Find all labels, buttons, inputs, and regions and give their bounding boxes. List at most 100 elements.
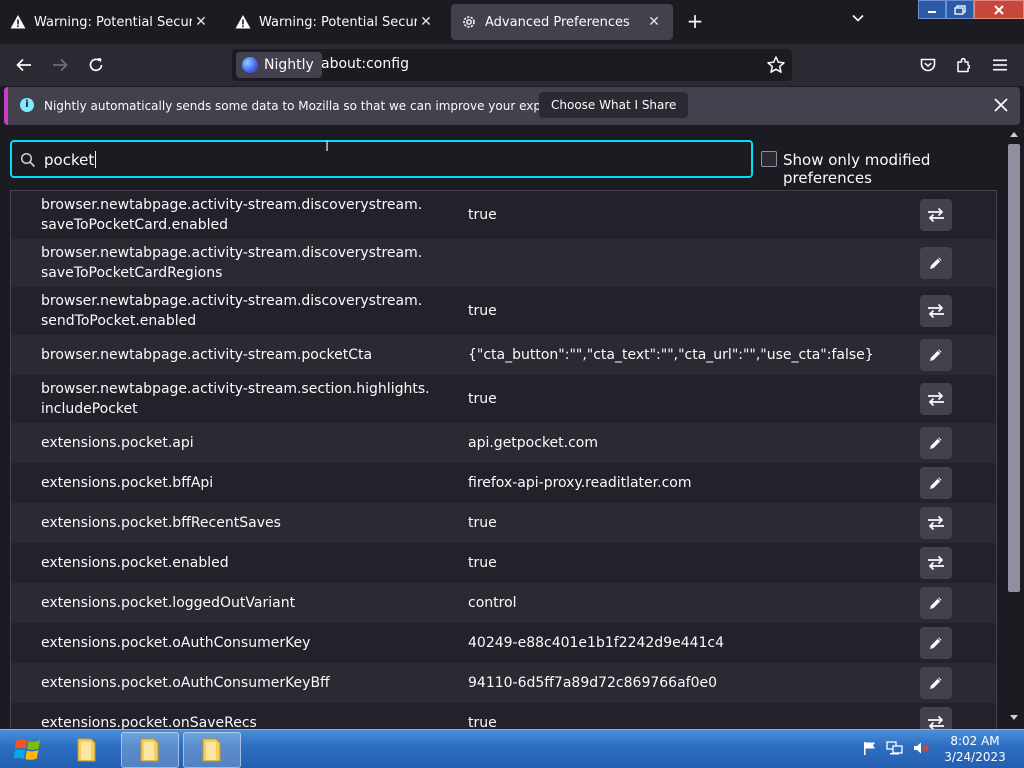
edit-button[interactable]	[920, 427, 952, 459]
tab-advanced-preferences[interactable]: Advanced Preferences ✕	[451, 4, 673, 40]
preference-row[interactable]: extensions.pocket.loggedOutVariant contro…	[11, 583, 996, 623]
preference-value: 94110-6d5ff7a89d72c869766af0e0	[468, 675, 718, 691]
taskbar-clock[interactable]: 8:02 AM 3/24/2023	[935, 733, 1015, 765]
preference-row[interactable]: extensions.pocket.api api.getpocket.com	[11, 423, 996, 463]
tab-title: Advanced Preferences	[485, 14, 630, 30]
close-icon[interactable]	[992, 96, 1010, 114]
taskbar-explorer-1[interactable]	[58, 732, 116, 768]
window-controls	[918, 0, 1024, 20]
scroll-down-arrow-icon[interactable]	[1009, 714, 1019, 722]
preference-row[interactable]: browser.newtabpage.activity-stream.secti…	[11, 375, 996, 423]
tab-security-warning-1[interactable]: Warning: Potential Security Risk Ahead ✕	[0, 4, 220, 40]
toggle-button[interactable]	[920, 295, 952, 327]
volume-muted-icon[interactable]	[912, 740, 930, 756]
list-all-tabs-button[interactable]	[846, 10, 870, 34]
chevron-down-icon	[852, 14, 864, 22]
preference-row[interactable]: browser.newtabpage.activity-stream.disco…	[11, 287, 996, 335]
identity-label: Nightly	[264, 57, 314, 73]
preference-value: true	[468, 515, 497, 531]
preference-value: true	[468, 207, 497, 223]
preference-row[interactable]: extensions.pocket.onSaveRecs true	[11, 703, 996, 730]
url-text[interactable]: about:config	[321, 56, 409, 72]
folder-icon	[202, 738, 221, 762]
taskbar-explorer-2[interactable]	[121, 732, 179, 768]
maximize-button[interactable]	[946, 0, 974, 19]
search-input-value: pocket	[44, 151, 95, 169]
reload-icon	[89, 58, 103, 72]
reload-button[interactable]	[84, 53, 108, 77]
toggle-button[interactable]	[920, 507, 952, 539]
scroll-up-arrow-icon[interactable]	[1009, 130, 1019, 138]
preference-row[interactable]: browser.newtabpage.activity-stream.disco…	[11, 239, 996, 287]
warning-icon	[235, 15, 251, 29]
show-modified-checkbox[interactable]	[761, 151, 777, 167]
preference-row[interactable]: extensions.pocket.bffApi firefox-api-prox…	[11, 463, 996, 503]
preference-row[interactable]: extensions.pocket.bffRecentSaves true	[11, 503, 996, 543]
preference-row[interactable]: browser.newtabpage.activity-stream.disco…	[11, 191, 996, 239]
tab-strip: Warning: Potential Security Risk Ahead ✕…	[0, 0, 1024, 44]
new-tab-button[interactable]: +	[682, 10, 708, 34]
pocket-icon	[920, 58, 936, 72]
nightly-logo-icon	[242, 57, 258, 73]
close-icon[interactable]: ✕	[417, 14, 435, 30]
preference-name: extensions.pocket.api	[41, 435, 194, 451]
taskbar-explorer-3[interactable]	[183, 732, 241, 768]
show-modified-label[interactable]: Show only modified preferences	[783, 151, 1024, 187]
folder-icon	[140, 738, 159, 762]
address-bar[interactable]: Nightly about:config	[232, 49, 792, 81]
minimize-button[interactable]	[918, 0, 946, 19]
preference-row[interactable]: extensions.pocket.oAuthConsumerKeyBff 941…	[11, 663, 996, 703]
network-icon[interactable]	[886, 740, 904, 756]
identity-box[interactable]: Nightly	[236, 52, 322, 78]
app-menu-button[interactable]	[988, 53, 1012, 77]
edit-button[interactable]	[920, 587, 952, 619]
edit-button[interactable]	[920, 339, 952, 371]
choose-what-i-share-button[interactable]: Choose What I Share	[539, 92, 689, 118]
extensions-button[interactable]	[952, 53, 976, 77]
close-icon[interactable]: ✕	[645, 14, 663, 30]
pocket-button[interactable]	[916, 53, 940, 77]
pencil-icon	[930, 637, 942, 649]
minimize-icon	[928, 10, 936, 13]
toggle-button[interactable]	[920, 707, 952, 730]
edit-button[interactable]	[920, 667, 952, 699]
folder-icon	[77, 738, 96, 762]
preference-row[interactable]: browser.newtabpage.activity-stream.pocke…	[11, 335, 996, 375]
preference-value: 40249-e88c401e1b1f2242d9e441c4	[468, 635, 725, 651]
forward-button[interactable]	[48, 53, 72, 77]
start-button[interactable]	[6, 732, 50, 768]
back-button[interactable]	[12, 53, 36, 77]
close-icon	[994, 4, 1004, 15]
preference-value: true	[468, 715, 497, 730]
close-window-button[interactable]	[974, 0, 1024, 19]
preference-search-input[interactable]: pocket	[10, 140, 753, 178]
toggle-arrows-icon	[928, 555, 944, 571]
preference-name: extensions.pocket.enabled	[41, 555, 229, 571]
action-center-flag-icon[interactable]	[862, 740, 878, 756]
preference-row[interactable]: extensions.pocket.enabled true	[11, 543, 996, 583]
text-caret	[95, 151, 97, 168]
preference-name: extensions.pocket.loggedOutVariant	[41, 595, 296, 611]
tab-security-warning-2[interactable]: Warning: Potential Security Risk Ahead ✕	[225, 4, 445, 40]
hamburger-menu-icon	[993, 59, 1007, 71]
toggle-button[interactable]	[920, 383, 952, 415]
edit-button[interactable]	[920, 467, 952, 499]
toggle-arrows-icon	[928, 207, 944, 223]
toggle-button[interactable]	[920, 547, 952, 579]
pencil-icon	[930, 257, 942, 269]
pencil-icon	[930, 349, 942, 361]
toggle-arrows-icon	[928, 515, 944, 531]
tab-title: Warning: Potential Security Risk Ahead	[34, 14, 192, 30]
restore-icon	[954, 4, 966, 15]
bookmark-star-icon[interactable]	[766, 55, 786, 75]
edit-button[interactable]	[920, 627, 952, 659]
close-icon[interactable]: ✕	[192, 14, 210, 30]
page-scrollbar[interactable]	[1005, 128, 1024, 728]
scrollbar-thumb[interactable]	[1008, 144, 1020, 592]
arrow-left-icon	[16, 58, 31, 72]
toggle-button[interactable]	[920, 199, 952, 231]
preference-row[interactable]: extensions.pocket.oAuthConsumerKey 40249-…	[11, 623, 996, 663]
clock-time: 8:02 AM	[950, 734, 1000, 748]
edit-button[interactable]	[920, 247, 952, 279]
pencil-icon	[930, 597, 942, 609]
